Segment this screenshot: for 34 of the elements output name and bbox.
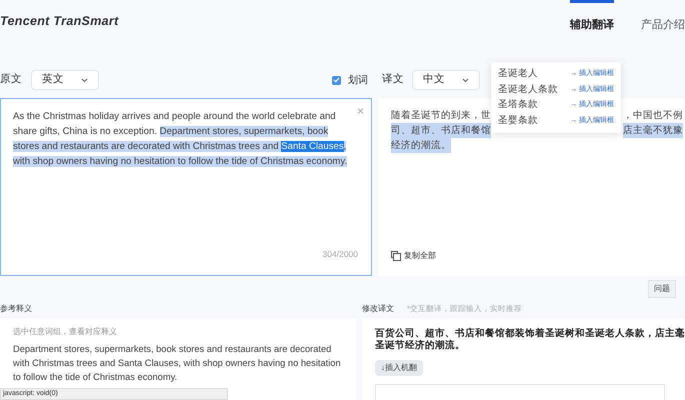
edit-text: 圣诞节经济的潮流。	[375, 340, 466, 352]
edit-input-field[interactable]	[375, 384, 665, 400]
chevron-down-icon	[81, 78, 88, 82]
target-language-select[interactable]: 中文	[412, 70, 480, 90]
translation-text: 店主毫不犹豫	[623, 123, 683, 138]
insert-machine-translation-button[interactable]: ↓插入机翻	[375, 360, 423, 376]
translation-text: ，中国也不例	[623, 109, 683, 123]
target-label: 译文	[382, 72, 405, 88]
nav-tab[interactable]: 辅助翻译	[570, 0, 614, 40]
nav-tab[interactable]: 产品介绍	[641, 0, 685, 40]
copy-icon[interactable]	[391, 251, 401, 261]
suggestion-term[interactable]: 圣诞老人条款	[498, 82, 558, 97]
logo[interactable]: Tencent TranSmart	[0, 12, 119, 31]
reference-label: 参考释义	[0, 303, 32, 315]
checkbox[interactable]	[332, 76, 341, 84]
source-text-area[interactable]	[0, 98, 372, 276]
edit-label: 修改译文	[362, 303, 394, 315]
reference-hint: 选中任意词组，查看对应释义	[13, 326, 118, 338]
source-text: As the Christmas holiday arrives and people around the world celebrate and share gifts, China is no exception. Department stores, supermarkets, book stores and restaurants are decorated with Christmas trees and Santa Clauses, with shop owners having no hesitation to follow the tide of Christmas economy.	[13, 110, 348, 169]
issues-button[interactable]: 问题	[648, 280, 676, 298]
suggestion-term[interactable]: 圣塔条款	[498, 98, 538, 112]
suggestion-term[interactable]: 圣婴条款	[498, 114, 538, 128]
suggestion-term[interactable]: 圣诞老人	[498, 67, 538, 82]
source-language-select[interactable]: 英文	[31, 70, 99, 90]
copy-all-link[interactable]: 复制全部	[404, 250, 436, 262]
translation-text: 经济的潮流。	[391, 138, 451, 153]
translation-text: 随着圣诞节的到来，世	[391, 109, 491, 123]
chevron-down-icon	[462, 78, 469, 82]
edit-text: 百货公司、超市、书店和餐馆都装饰着圣诞树和圣诞老人条款，店主毫	[375, 328, 685, 340]
checkbox-label: 划词	[348, 74, 368, 88]
character-counter: 304/2000	[322, 248, 358, 261]
reference-text: Department stores, supermarkets, book stores and restaurants are decorated with Christmas trees and Santa Clauses, with shop owners having no hesitation to follow the tide of Christmas economy.	[13, 343, 342, 384]
translation-text: 司、超市、书店和餐馆	[391, 123, 491, 138]
source-label: 原文	[0, 72, 23, 88]
